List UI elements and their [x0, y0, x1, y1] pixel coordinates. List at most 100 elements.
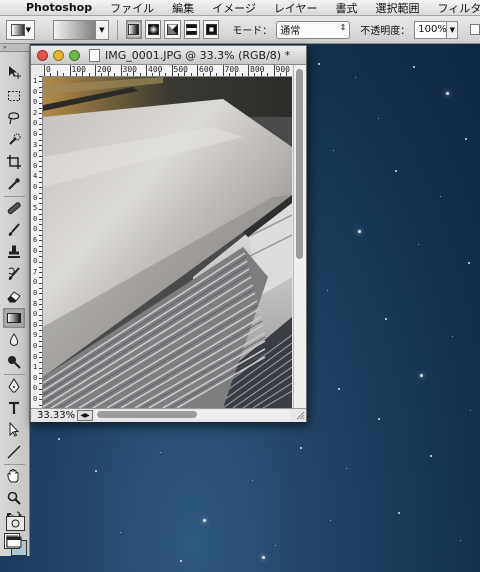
stamp-icon — [8, 245, 20, 258]
minimize-button[interactable] — [53, 49, 64, 61]
ruler-minor-tick — [39, 113, 42, 115]
ruler-label: 800 — [250, 65, 265, 74]
ruler-minor-tick — [39, 309, 42, 311]
ruler-tick — [44, 65, 45, 76]
ruler-minor-tick — [216, 73, 218, 76]
ruler-label: 300 — [122, 65, 137, 74]
ruler-minor-tick — [39, 356, 42, 358]
zoom-button[interactable] — [69, 49, 80, 61]
menu-select[interactable]: 選択範囲 — [376, 0, 420, 16]
menu-image[interactable]: イメージ — [212, 0, 256, 16]
quick-mask-button[interactable] — [6, 516, 25, 531]
ruler-minor-tick — [39, 155, 42, 157]
eraser-tool[interactable] — [3, 286, 25, 306]
ruler-minor-tick — [107, 71, 109, 76]
eyedropper-icon — [8, 178, 20, 190]
crop-tool[interactable] — [3, 152, 25, 172]
healing-brush-tool[interactable] — [3, 198, 25, 218]
history-brush-icon — [8, 267, 20, 280]
magnifier-icon — [7, 491, 21, 505]
linear-gradient-button[interactable] — [125, 20, 142, 39]
screen-mode-icon — [6, 536, 22, 548]
zoom-tool[interactable] — [3, 488, 25, 508]
eyedropper-tool[interactable] — [3, 174, 25, 194]
ruler-minor-tick — [39, 245, 42, 247]
panel-collapse-grip[interactable]: » — [0, 44, 29, 52]
radial-gradient-button[interactable] — [145, 20, 162, 39]
horizontal-scrollbar[interactable] — [95, 410, 290, 419]
document-titlebar[interactable]: IMG_0001.JPG @ 33.3% (RGB/8) * — [31, 46, 306, 65]
ruler-minor-tick — [39, 182, 42, 183]
image-canvas[interactable] — [43, 77, 292, 408]
ruler-minor-tick — [39, 298, 42, 300]
lasso-tool[interactable] — [3, 108, 25, 128]
marquee-tool[interactable] — [3, 86, 25, 106]
angle-gradient-button[interactable] — [164, 20, 181, 39]
ruler-minor-tick — [267, 73, 269, 76]
opacity-field[interactable]: 100% — [414, 20, 448, 39]
line-tool[interactable] — [3, 442, 25, 462]
gradient-tool[interactable] — [3, 308, 25, 328]
ruler-minor-tick — [101, 73, 103, 76]
close-button[interactable] — [37, 49, 48, 61]
mode-label: モード： — [232, 26, 273, 37]
document-title: IMG_0001.JPG @ 33.3% (RGB/8) * — [105, 48, 291, 62]
chevron-down-icon[interactable]: ▼ — [94, 20, 108, 39]
angle-gradient-icon — [166, 24, 178, 35]
screen-mode-button[interactable] — [4, 534, 26, 550]
path-selection-tool[interactable] — [3, 420, 25, 440]
gradient-picker[interactable]: ▼ — [52, 19, 109, 40]
tools-panel: » — [0, 44, 30, 556]
menu-filter[interactable]: フィルター — [438, 0, 480, 16]
ruler-tick — [69, 65, 71, 76]
zoom-level[interactable]: 33.33% — [37, 410, 77, 421]
ruler-label: 600 — [199, 65, 214, 74]
ruler-minor-tick — [39, 102, 42, 104]
blend-mode-select[interactable]: 通常 ⇕ — [276, 20, 351, 39]
menu-file[interactable]: ファイル — [110, 0, 154, 16]
status-info-icon[interactable]: ◀▶ — [77, 410, 93, 421]
ruler-minor-tick — [39, 235, 42, 236]
ruler-minor-tick — [279, 73, 281, 76]
ruler-minor-tick — [39, 118, 42, 120]
ruler-minor-tick — [126, 73, 128, 76]
divider — [4, 464, 25, 465]
reflected-gradient-button[interactable] — [183, 20, 200, 39]
tool-preset-picker[interactable]: ▼ — [6, 19, 35, 40]
reverse-checkbox[interactable] — [470, 24, 480, 35]
quick-selection-icon — [9, 133, 21, 145]
quick-selection-tool[interactable] — [3, 130, 25, 150]
vertical-ruler[interactable]: 1002003004005006007008009001000 — [31, 76, 43, 408]
brush-tool[interactable] — [3, 220, 25, 240]
ruler-minor-tick — [260, 71, 262, 76]
vertical-scroll-thumb[interactable] — [296, 69, 303, 259]
hand-tool[interactable] — [3, 466, 25, 486]
ruler-minor-tick — [39, 282, 42, 284]
radial-gradient-icon — [147, 24, 159, 35]
diamond-gradient-button[interactable] — [202, 20, 220, 39]
opacity-dropdown-button[interactable]: ▼ — [447, 20, 459, 39]
history-brush-tool[interactable] — [3, 264, 25, 284]
ruler-minor-tick — [39, 219, 42, 221]
dodge-tool[interactable] — [3, 352, 25, 372]
move-tool[interactable] — [3, 62, 25, 82]
ruler-minor-tick — [39, 107, 42, 109]
clone-stamp-tool[interactable] — [3, 242, 25, 262]
divider — [4, 196, 25, 197]
horizontal-ruler[interactable]: 0 100 200 300 400 500 600 700 800 900 — [43, 65, 292, 77]
resize-grip-icon[interactable] — [295, 410, 305, 420]
ruler-minor-tick — [39, 266, 42, 268]
menu-type[interactable]: 書式 — [336, 0, 358, 16]
ruler-label: 200 — [97, 65, 112, 74]
ruler-label: 700 — [224, 65, 239, 74]
menu-bar: Photoshop ファイル 編集 イメージ レイヤー 書式 選択範囲 フィルタ… — [0, 0, 480, 16]
horizontal-scroll-thumb[interactable] — [97, 411, 197, 418]
blur-tool[interactable] — [3, 330, 25, 350]
menu-edit[interactable]: 編集 — [172, 0, 194, 16]
ruler-minor-tick — [39, 314, 42, 316]
type-tool[interactable] — [3, 398, 25, 418]
menu-app-name[interactable]: Photoshop — [26, 1, 92, 14]
pen-tool[interactable] — [3, 376, 25, 396]
vertical-scrollbar[interactable] — [293, 65, 306, 408]
menu-layer[interactable]: レイヤー — [274, 0, 318, 16]
